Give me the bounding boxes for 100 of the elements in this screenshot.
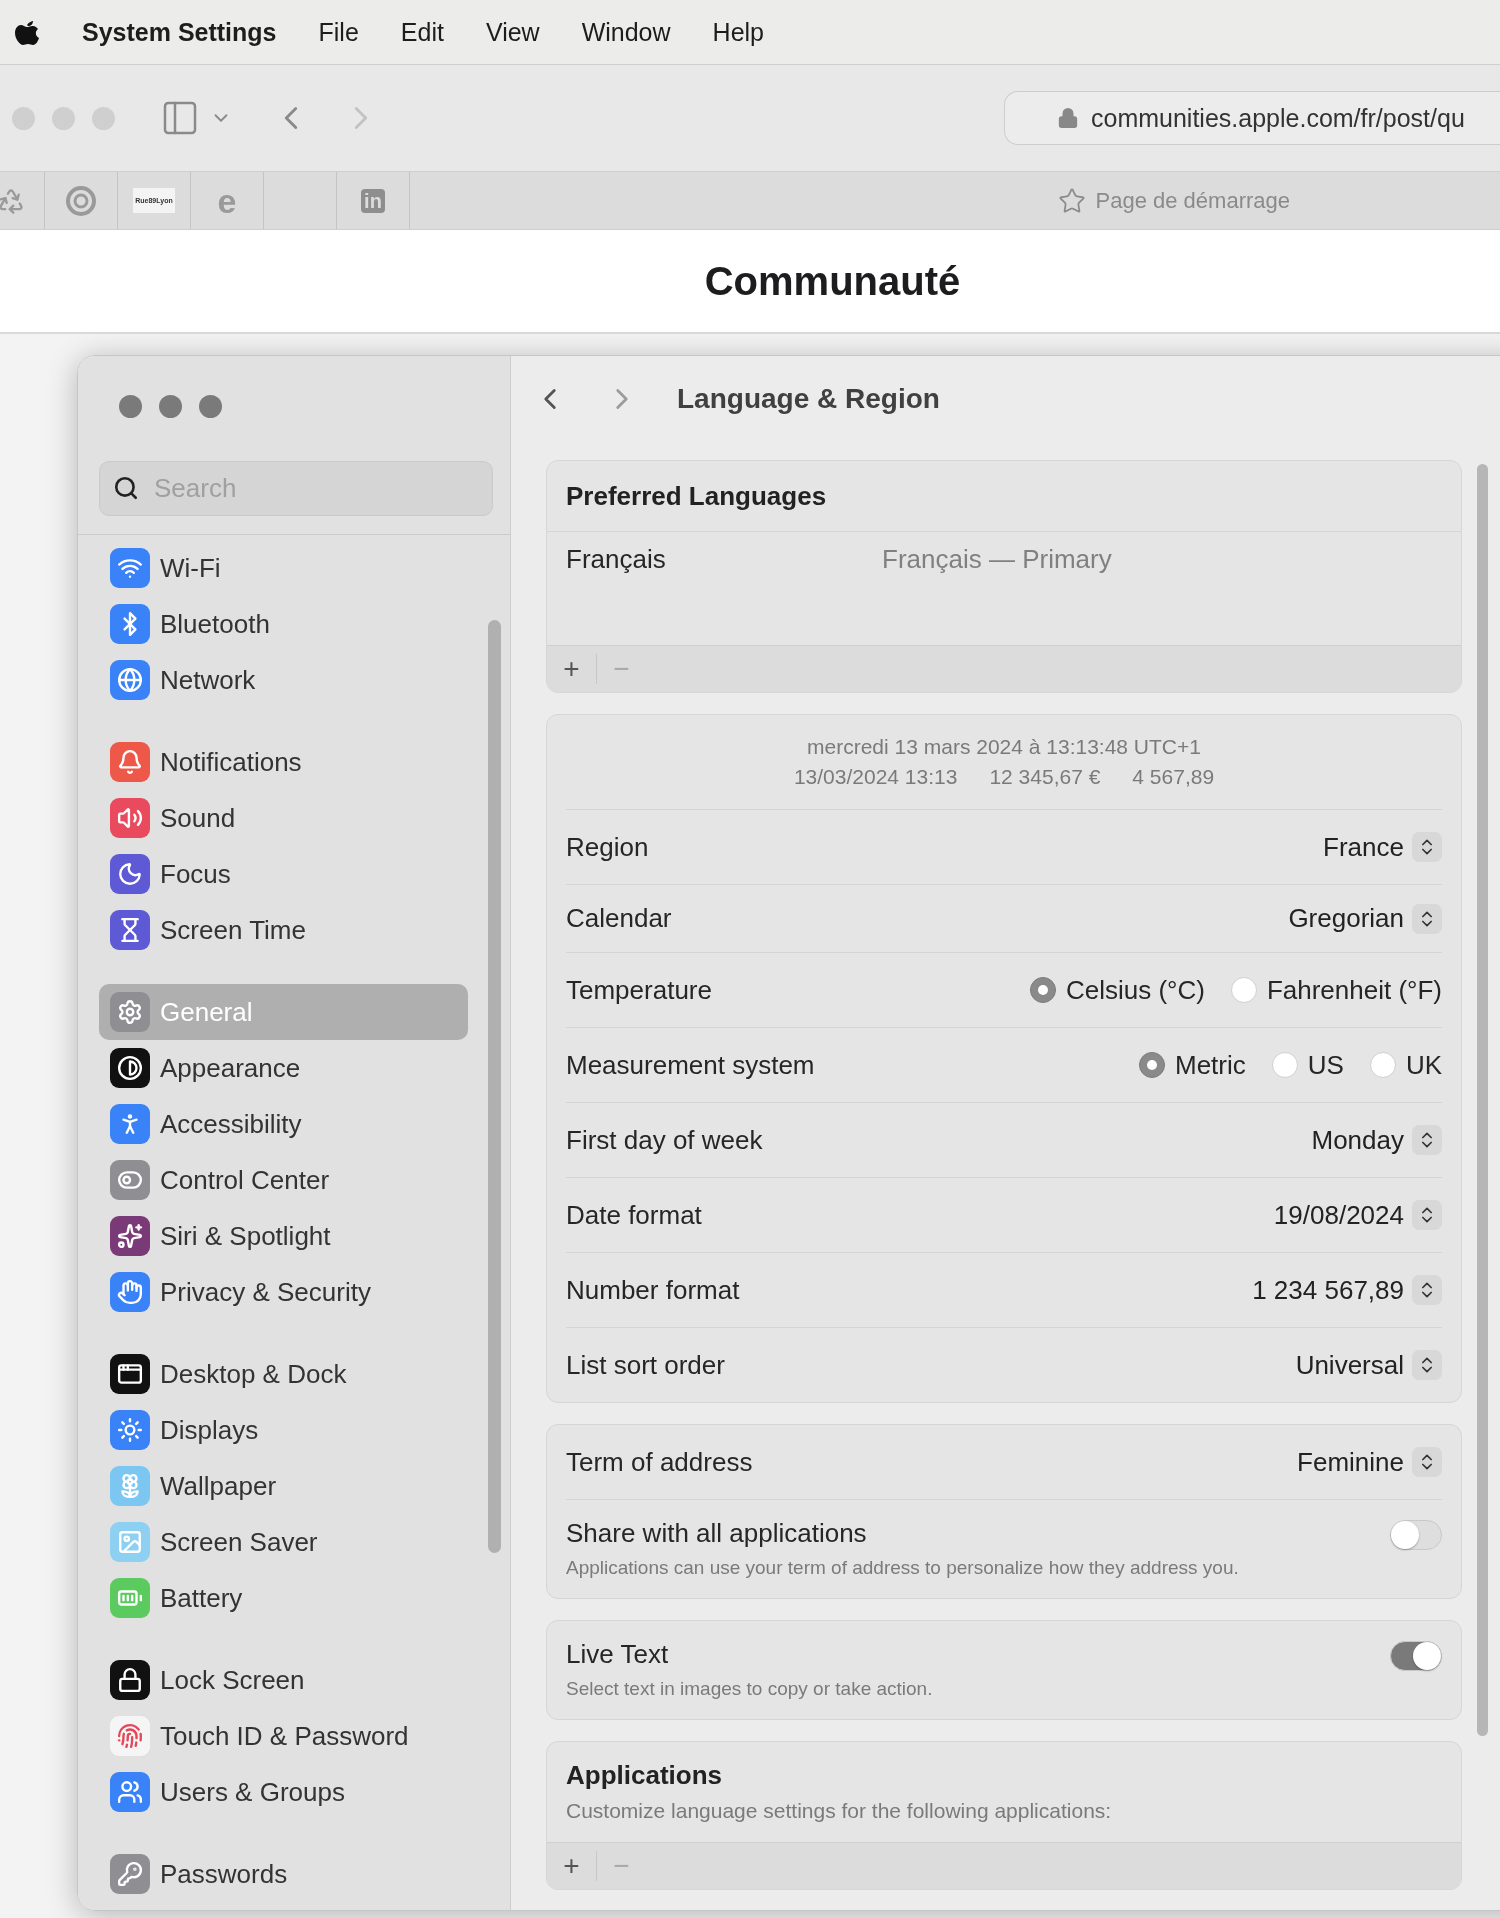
toggle-switch[interactable] [1390,1641,1442,1671]
stepper-icon [1412,1350,1442,1380]
sidebar-item[interactable]: Sound [99,790,468,846]
setting-label: Share with all applications [566,1518,868,1549]
add-button[interactable]: + [547,653,596,685]
language-detail: Français — Primary [882,544,1112,576]
recycle-icon[interactable] [0,186,25,215]
stepper-icon [1412,1125,1442,1155]
stepper-icon [1412,832,1442,862]
sidebar-item[interactable]: Touch ID & Password [99,1708,468,1764]
setting-label: Date format [566,1199,702,1231]
section-title: Preferred Languages [566,480,827,512]
screensaver-icon [110,1522,150,1562]
users-icon [110,1772,150,1812]
format-preview: 4 567,89 [1132,765,1215,789]
scrollbar[interactable] [488,620,501,1553]
sidebar-item[interactable]: Users & Groups [99,1764,468,1820]
popup-button[interactable]: 19/08/2024 [1273,1199,1442,1231]
menu-item[interactable]: View [485,17,540,47]
stepper-icon [1412,1200,1442,1230]
address-field[interactable]: communities.apple.com/fr/post/qu [1004,91,1500,145]
scrollbar[interactable] [1477,464,1488,1736]
radio-label: Metric [1174,1049,1246,1081]
star-icon [1057,186,1086,215]
sidebar-item[interactable]: Passwords [99,1846,468,1902]
popup-button[interactable]: Universal [1295,1349,1442,1381]
sidebar-item[interactable]: Wi-Fi [99,540,468,596]
siri-icon [110,1216,150,1256]
bluetooth-icon [110,604,150,644]
popup-button[interactable]: Feminine [1297,1446,1442,1478]
battery-icon [110,1578,150,1618]
page-title: Communauté [704,258,961,304]
accessibility-icon [110,1104,150,1144]
wifi-icon [110,548,150,588]
radio-label: Celsius (°C) [1065,974,1205,1006]
setting-description: Customize language settings for the following applications: [566,1799,1112,1823]
stepper-icon [1412,1275,1442,1305]
format-preview: 12 345,67 € [989,765,1101,789]
radio-label: US [1307,1049,1344,1081]
touchid-icon [110,1716,150,1756]
menu-app-name[interactable]: System Settings [82,17,277,47]
general-icon [110,992,150,1032]
pane-title: Language & Region [677,382,940,415]
sidebar-item[interactable]: Battery [99,1570,468,1626]
setting-label: First day of week [566,1124,763,1156]
format-preview: mercredi 13 mars 2024 à 13:13:48 UTC+1 [807,735,1201,759]
setting-label: Temperature [566,974,712,1006]
ring-icon[interactable] [65,184,97,217]
setting-label: Region [566,831,649,863]
menu-item[interactable]: Window [581,17,671,47]
sidebar-item[interactable]: Accessibility [99,1096,468,1152]
sidebar-item[interactable]: Wallpaper [99,1458,468,1514]
sidebar-item[interactable]: Bluetooth [99,596,468,652]
radio-button[interactable] [1138,1052,1165,1078]
wallpaper-icon [110,1466,150,1506]
desktop-icon [110,1354,150,1394]
popup-button[interactable]: Monday [1311,1124,1442,1156]
privacy-icon [110,1272,150,1312]
menu-item[interactable]: Edit [400,17,444,47]
sidebar-item[interactable]: Control Center [99,1152,468,1208]
sidebar-item[interactable]: Siri & Spotlight [99,1208,468,1264]
sidebar-item[interactable]: Displays [99,1402,468,1458]
window-control[interactable] [119,395,142,418]
sidebar-item[interactable]: Notifications [99,734,468,790]
network-icon [110,660,150,700]
add-button[interactable]: + [547,1850,596,1882]
radio-label: UK [1405,1049,1442,1081]
sidebar-item[interactable]: Screen Time [99,902,468,958]
sound-icon [110,798,150,838]
setting-label: Number format [566,1274,740,1306]
format-preview: 13/03/2024 13:13 [793,765,958,789]
sidebar-item[interactable]: Screen Saver [99,1514,468,1570]
menu-item[interactable]: File [318,17,359,47]
sidebar-item[interactable]: Network [99,652,468,708]
window-control[interactable] [199,395,222,418]
sidebar-item[interactable]: Privacy & Security [99,1264,468,1320]
window-control[interactable] [159,395,182,418]
popup-button[interactable]: France [1323,831,1442,863]
popup-button[interactable]: 1 234 567,89 [1252,1274,1442,1306]
appearance-icon [110,1048,150,1088]
popup-button[interactable]: Gregorian [1288,903,1442,934]
setting-label: List sort order [566,1349,725,1381]
sidebar-item[interactable]: Focus [99,846,468,902]
sidebar-item[interactable]: Lock Screen [99,1652,468,1708]
sidebar-item[interactable]: Desktop & Dock [99,1346,468,1402]
radio-label: Fahrenheit (°F) [1266,974,1442,1006]
control-icon [110,1160,150,1200]
language-name[interactable]: Français [566,544,882,645]
radio-button[interactable] [1029,977,1056,1003]
sidebar-item[interactable]: Appearance [99,1040,468,1096]
setting-label: Term of address [566,1446,753,1478]
stepper-icon [1412,1447,1442,1477]
notifications-icon [110,742,150,782]
passwords-icon [110,1854,150,1894]
toggle-switch[interactable] [1390,1520,1442,1550]
setting-label: Live Text [566,1639,670,1670]
setting-label: Calendar [566,903,672,934]
displays-icon [110,1410,150,1450]
lock-icon [1057,107,1079,129]
menu-item[interactable]: Help [712,17,764,47]
